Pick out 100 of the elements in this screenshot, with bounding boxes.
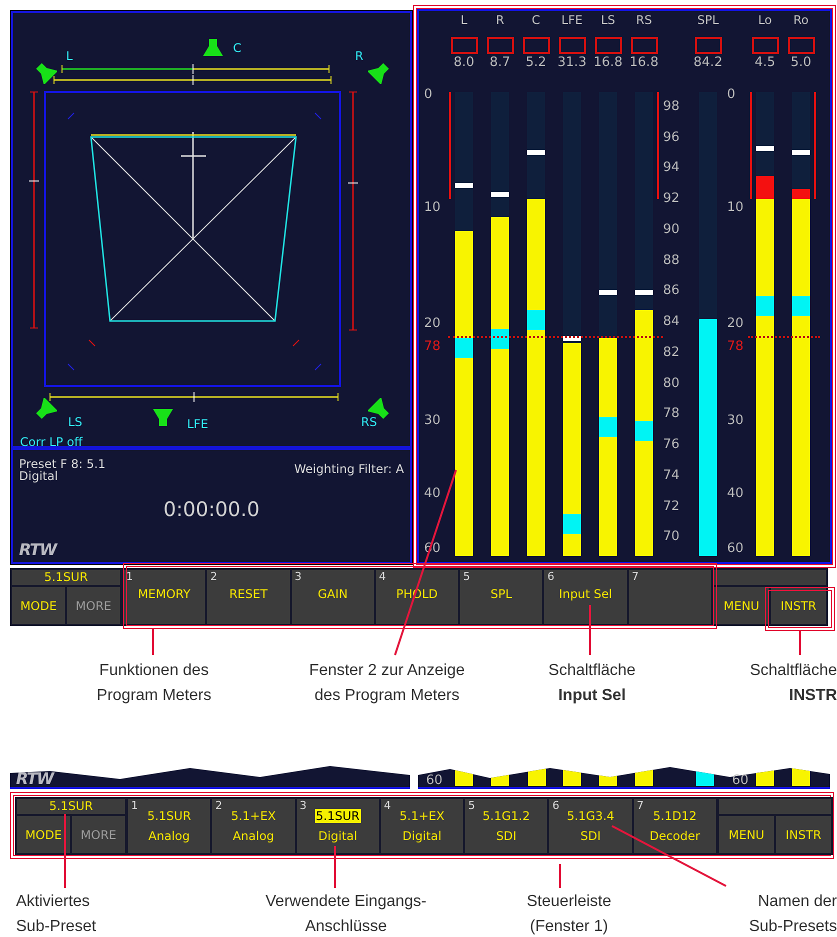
leader-line xyxy=(589,605,591,655)
scale-label: 10 xyxy=(424,201,441,215)
over-indicator xyxy=(558,37,586,54)
channel-reading: 31.3 xyxy=(558,56,586,70)
channel-reading: 4.5 xyxy=(754,56,776,70)
menu-button[interactable]: MENU xyxy=(714,587,769,624)
channel-reading: 8.0 xyxy=(454,56,474,70)
logo: RTW xyxy=(16,771,54,787)
function-button[interactable]: 1 MEMORY xyxy=(123,570,206,624)
callout-label: Aktiviertes Sub-Preset xyxy=(16,892,98,937)
sub-preset-button[interactable]: 4 5.1+EX Digital xyxy=(380,799,464,853)
channel-label: Ro xyxy=(793,14,809,26)
leader-line xyxy=(152,629,154,655)
scale-label: 30 xyxy=(727,414,744,428)
input-type: Digital xyxy=(19,470,59,482)
scale-label: 76 xyxy=(663,438,680,452)
channel-label: L xyxy=(66,49,73,63)
callout-label: Schaltfläche Input Sel xyxy=(547,661,637,706)
sub-preset-button[interactable]: 3 5.1SUR Digital xyxy=(296,799,379,853)
sub-preset-button[interactable]: 2 5.1+EX Analog xyxy=(212,799,295,853)
scale-label: 82 xyxy=(663,346,680,360)
over-indicator xyxy=(594,37,622,54)
over-indicator xyxy=(450,37,478,54)
callout-label: Steuerleiste (Fenster 1) xyxy=(526,892,612,937)
scale-label: 90 xyxy=(663,222,680,237)
scale-label: 94 xyxy=(663,161,680,176)
scale-label: 0 xyxy=(727,88,736,102)
scale-label: 92 xyxy=(663,192,680,206)
weighting-filter: Weighting Filter: A xyxy=(294,463,404,478)
function-button[interactable]: 7 xyxy=(628,570,711,624)
function-button[interactable]: 3 GAIN xyxy=(292,570,374,624)
channel-reading: 8.7 xyxy=(490,56,510,70)
over-indicator xyxy=(752,37,778,54)
scale-label: 40 xyxy=(727,486,744,501)
instr-button[interactable]: INSTR xyxy=(776,816,831,853)
scale-label: 60 xyxy=(426,774,443,787)
over-indicator xyxy=(486,37,514,54)
scale-label: 72 xyxy=(663,500,680,514)
speaker-icon xyxy=(368,62,390,84)
channel-label: R xyxy=(496,14,504,26)
over-indicator xyxy=(522,37,550,54)
function-button[interactable]: 6 Input Sel xyxy=(544,570,627,624)
mode-button[interactable]: MODE xyxy=(12,587,65,624)
scale-label: 10 xyxy=(727,201,744,215)
function-button[interactable]: 5 SPL xyxy=(460,570,542,624)
channel-label: RS xyxy=(361,415,377,429)
channel-label: LS xyxy=(600,14,616,26)
speaker-icon xyxy=(35,62,57,84)
channel-label: L xyxy=(460,14,468,26)
scale-label: 84 xyxy=(663,315,680,330)
channel-reading: 5.0 xyxy=(790,56,812,70)
scale-label: 40 xyxy=(424,486,441,501)
channel-reading: 84.2 xyxy=(694,56,722,70)
menu-button[interactable]: MENU xyxy=(719,816,774,853)
scale-label: 78 xyxy=(424,340,441,354)
over-indicator xyxy=(788,37,814,54)
leader-line xyxy=(799,631,801,655)
scale-label: 30 xyxy=(424,414,441,428)
channel-reading: 5.2 xyxy=(526,56,546,70)
correlation-status: Corr LP off xyxy=(20,436,83,448)
instr-button[interactable]: INSTR xyxy=(771,587,826,624)
scale-label: 74 xyxy=(663,468,680,483)
callout-frame xyxy=(765,587,835,631)
sub-preset-button[interactable]: 5 5.1G1.2 SDI xyxy=(465,799,548,853)
sub-preset-button[interactable]: 6 5.1G3.4 SDI xyxy=(549,799,632,853)
scale-label: 20 xyxy=(424,317,441,331)
channel-reading: 16.8 xyxy=(630,56,658,70)
scale-label: 86 xyxy=(663,284,680,298)
scale-label: 98 xyxy=(663,100,680,114)
sub-preset-button[interactable]: 1 5.1SUR Analog xyxy=(128,799,210,853)
function-button[interactable]: 2 RESET xyxy=(207,570,290,624)
callout-label: Funktionen des Program Meters xyxy=(96,661,212,706)
scale-label: 78 xyxy=(663,407,680,422)
scale-label: 78 xyxy=(727,340,744,354)
scale-label: 96 xyxy=(663,130,680,145)
timer: 0:00:00.0 xyxy=(163,498,260,520)
scale-label: 60 xyxy=(732,774,749,787)
speaker-icon xyxy=(35,398,57,420)
channel-label: RS xyxy=(636,14,652,26)
scale-label: 80 xyxy=(663,376,680,391)
over-indicator xyxy=(694,37,722,54)
preset-name: Preset F 8: 5.1 xyxy=(19,458,106,470)
callout-label: Fenster 2 zur Anzeige des Program Meters xyxy=(308,661,466,706)
sub-preset-button[interactable]: 7 5.1D12 Decoder xyxy=(634,799,716,853)
channel-label: LFE xyxy=(187,417,208,431)
leader-line xyxy=(559,864,561,888)
active-preset: 5.1SUR xyxy=(17,799,125,814)
scale-label: 20 xyxy=(727,317,744,331)
mode-button[interactable]: MODE xyxy=(17,816,70,853)
channel-label: LFE xyxy=(561,14,583,26)
callout-label: Verwendete Eingangs- Anschlüsse xyxy=(264,892,428,937)
callout-label: Namen der Sub-Presets xyxy=(748,892,837,937)
channel-label: C xyxy=(233,41,242,55)
channel-label: R xyxy=(355,49,364,63)
channel-reading: 16.8 xyxy=(594,56,622,70)
channel-label: SPL xyxy=(697,14,719,26)
scale-label: 70 xyxy=(663,530,680,544)
channel-label: LS xyxy=(68,415,82,429)
channel-label: Lo xyxy=(758,14,772,26)
channel-label: C xyxy=(532,14,540,26)
